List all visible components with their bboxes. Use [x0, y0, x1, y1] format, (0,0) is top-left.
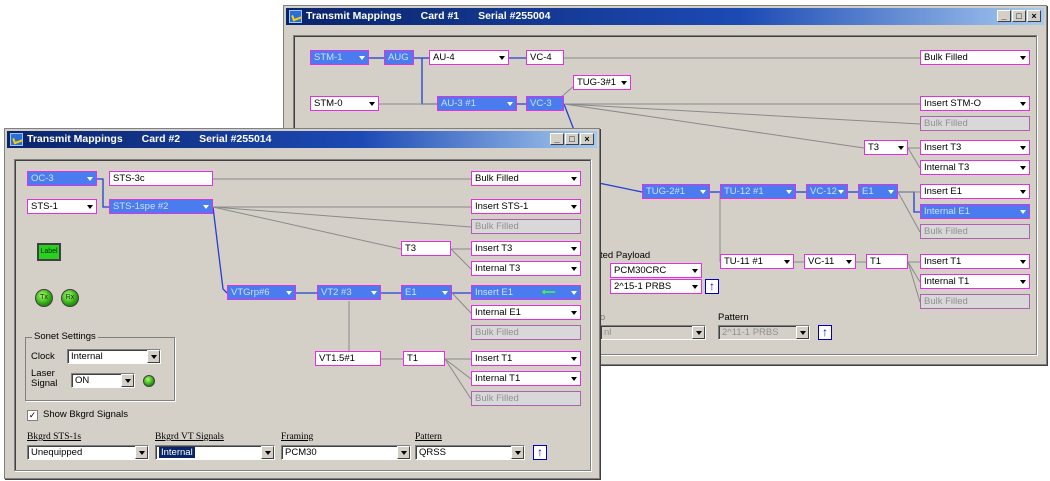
back-tug2-select[interactable]: TUG-2#1 [642, 184, 710, 199]
front-oc3-select[interactable]: OC-3 [27, 171, 97, 186]
laser-status-led-icon [143, 375, 155, 387]
maximize-icon[interactable]: □ [565, 133, 579, 145]
back-window-title: Transmit Mappings Card #1 Serial #255004 [306, 8, 566, 25]
minimize-icon[interactable]: _ [550, 133, 564, 145]
front-sts1-select[interactable]: STS-1 [27, 199, 97, 214]
back-vc11-select[interactable]: VC-11 [804, 254, 856, 269]
back-output-11[interactable]: Bulk Filled [920, 294, 1030, 309]
back-vc3-node[interactable]: VC-3 [526, 96, 564, 111]
back-output-2[interactable]: Insert STM-O [920, 96, 1030, 111]
show-bkgrd-label: Show Bkgrd Signals [43, 409, 129, 420]
back-e1-select[interactable]: E1 [858, 184, 898, 199]
front-window-titlebar[interactable]: Transmit Mappings Card #2 Serial #255014… [7, 131, 597, 148]
app-icon [10, 133, 23, 146]
back-output-10[interactable]: Internal T1 [920, 274, 1030, 289]
back-output-4[interactable]: Insert T3 [920, 140, 1030, 155]
pattern-upload-icon[interactable]: ↑ [533, 445, 547, 460]
back-t3-select[interactable]: T3 [864, 140, 908, 155]
back-output-5[interactable]: Internal T3 [920, 160, 1030, 175]
back-output-9[interactable]: Insert T1 [920, 254, 1030, 269]
back-output-3[interactable]: Bulk Filled [920, 116, 1030, 131]
rx-led-icon: Rx [61, 289, 79, 307]
front-output-7[interactable]: Internal E1 [471, 305, 581, 320]
clock-label: Clock [31, 351, 55, 362]
sonet-settings-label: Sonet Settings [32, 331, 98, 342]
back-payload-pattern-select[interactable]: 2^15-1 PRBS [610, 279, 702, 294]
back-tu12-select[interactable]: TU-12 #1 [720, 184, 796, 199]
front-output-2[interactable]: Insert STS-1 [471, 199, 581, 214]
front-sts3c-node[interactable]: STS-3c [109, 171, 213, 186]
front-output-6[interactable]: Insert E1 ⟵ [471, 285, 581, 300]
back-payload-label: ted Payload [600, 250, 651, 261]
back-tug3-select[interactable]: TUG-3#1 [573, 75, 631, 90]
bkgrd-sts-select[interactable]: Unequipped [27, 445, 149, 460]
back-vc4-node[interactable]: VC-4 [526, 50, 564, 65]
back-au4-select[interactable]: AU-4 [429, 50, 509, 65]
clock-select[interactable]: Internal [67, 349, 161, 364]
title-serial: Serial #255014 [199, 133, 272, 145]
front-e1-select[interactable]: E1 [401, 285, 452, 300]
maximize-icon[interactable]: □ [1012, 10, 1026, 22]
front-vt2-select[interactable]: VT2 #3 [317, 285, 381, 300]
laser-signal-select[interactable]: ON [71, 373, 135, 388]
title-app: Transmit Mappings [306, 10, 402, 22]
back-aug-node[interactable]: AUG [384, 50, 414, 65]
back-payload-framing-select[interactable]: PCM30CRC [610, 263, 702, 278]
back-output-7[interactable]: Internal E1 [920, 204, 1030, 219]
front-output-10[interactable]: Internal T1 [471, 371, 581, 386]
title-app: Transmit Mappings [27, 133, 123, 145]
back-window-titlebar[interactable]: Transmit Mappings Card #1 Serial #255004… [286, 8, 1044, 25]
front-output-3[interactable]: Bulk Filled [471, 219, 581, 234]
back-vc12-select[interactable]: VC-12 [806, 184, 848, 199]
back-output-6[interactable]: Insert E1 [920, 184, 1030, 199]
back-stm1-select[interactable]: STM-1 [310, 50, 369, 65]
front-output-4[interactable]: Insert T3 [471, 241, 581, 256]
front-t3-node[interactable]: T3 [401, 241, 451, 256]
show-bkgrd-checkbox[interactable]: ✓ [27, 410, 38, 421]
tx-led-icon: Tx [35, 289, 53, 307]
title-card: Card #2 [141, 133, 181, 145]
close-icon[interactable]: × [1027, 10, 1041, 22]
front-green-button[interactable]: Label [37, 243, 61, 261]
bkgrd-vt-label: Bkgrd VT Signals [155, 432, 224, 442]
pattern-select[interactable]: QRSS [415, 445, 525, 460]
back-output-1[interactable]: Bulk Filled [920, 50, 1030, 65]
front-output-8[interactable]: Bulk Filled [471, 325, 581, 340]
front-vt15-node[interactable]: VT1.5#1 [315, 351, 381, 366]
back-pattern-upload-icon[interactable]: ↑ [818, 325, 832, 340]
front-window-title: Transmit Mappings Card #2 Serial #255014 [27, 131, 287, 148]
front-window: Transmit Mappings Card #2 Serial #255014… [4, 128, 600, 479]
back-pattern-select[interactable]: 2^11-1 PRBS [718, 325, 810, 340]
green-arrow-icon: ⟵ [542, 287, 556, 298]
back-pattern-left-label: o [600, 312, 606, 323]
title-card: Card #1 [420, 10, 460, 22]
front-sts1spe-select[interactable]: STS-1spe #2 [109, 199, 213, 214]
front-output-1[interactable]: Bulk Filled [471, 171, 581, 186]
back-tu11-select[interactable]: TU-11 #1 [720, 254, 794, 269]
front-output-5[interactable]: Internal T3 [471, 261, 581, 276]
title-serial: Serial #255004 [478, 10, 551, 22]
window-buttons: _ □ × [550, 133, 594, 145]
app-icon [289, 10, 302, 23]
back-t1-node[interactable]: T1 [866, 254, 908, 269]
front-output-9[interactable]: Insert T1 [471, 351, 581, 366]
framing-label: Framing [281, 432, 314, 442]
back-payload-upload-icon[interactable]: ↑ [705, 279, 719, 294]
bkgrd-sts-label: Bkgrd STS-1s [27, 432, 82, 442]
close-icon[interactable]: × [580, 133, 594, 145]
back-left-disabled-select[interactable]: nl [600, 325, 706, 340]
back-stm0-select[interactable]: STM-0 [310, 96, 379, 111]
window-buttons: _ □ × [997, 10, 1041, 22]
bkgrd-vt-select[interactable]: Internal [155, 445, 275, 460]
laser-signal-label: Laser Signal [31, 368, 58, 389]
back-pattern-label: Pattern [718, 312, 749, 323]
back-output-8[interactable]: Bulk Filled [920, 224, 1030, 239]
minimize-icon[interactable]: _ [997, 10, 1011, 22]
back-au3-select[interactable]: AU-3 #1 [437, 96, 517, 111]
front-t1-node[interactable]: T1 [403, 351, 445, 366]
pattern-label: Pattern [415, 432, 442, 442]
framing-select[interactable]: PCM30 [281, 445, 411, 460]
front-vtgrp-select[interactable]: VTGrp#6 [227, 285, 296, 300]
front-output-11[interactable]: Bulk Filled [471, 391, 581, 406]
